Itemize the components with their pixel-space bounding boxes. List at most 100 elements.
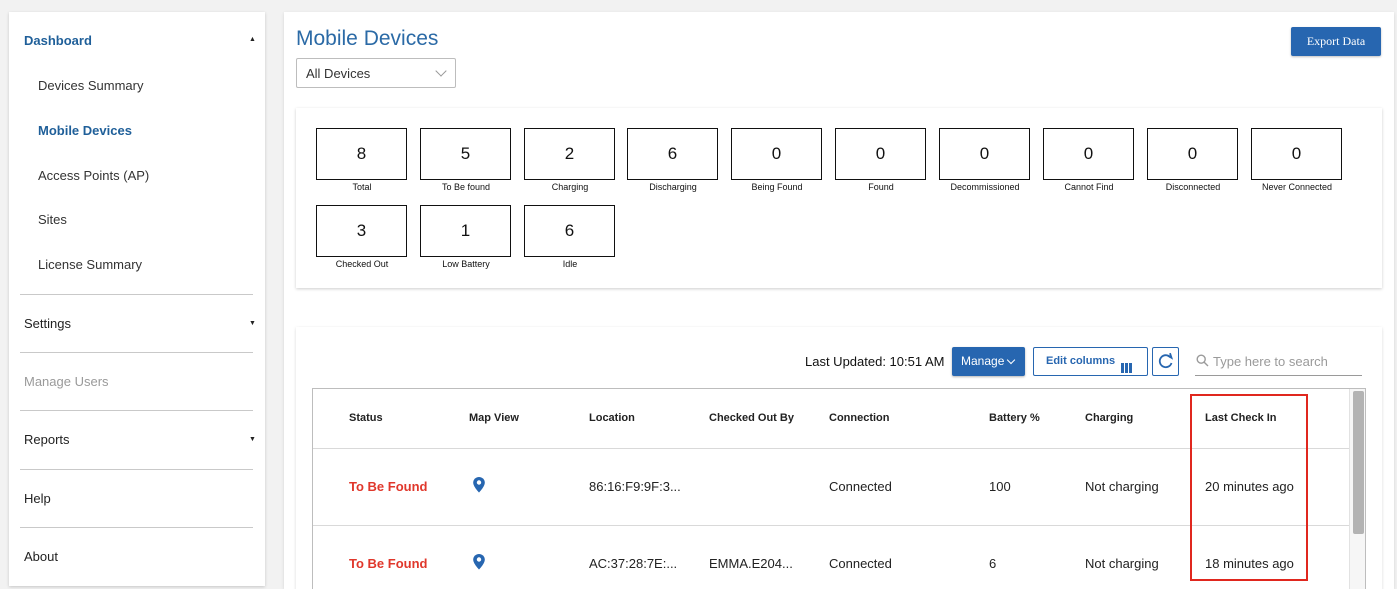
location-cell: 86:16:F9:9F:3... <box>589 479 681 494</box>
stat-value: 0 <box>835 128 926 180</box>
search-input[interactable] <box>1213 354 1361 369</box>
checked-out-by-cell: EMMA.E204... <box>709 556 793 571</box>
column-header-map-view[interactable]: Map View <box>469 412 519 424</box>
stat-value: 0 <box>939 128 1030 180</box>
chevron-down-icon <box>1006 355 1016 365</box>
stat-label: Idle <box>562 259 578 269</box>
status-cell: To Be Found <box>349 479 428 494</box>
connection-cell: Connected <box>829 479 892 494</box>
stat-label: Being Found <box>751 182 803 192</box>
stat-card[interactable]: 0 Being Found <box>731 128 823 192</box>
column-header-status[interactable]: Status <box>349 412 383 424</box>
location-cell: AC:37:28:7E:... <box>589 556 678 571</box>
stat-label: Never Connected <box>1261 182 1333 192</box>
stat-label: Low Battery <box>442 259 490 269</box>
page-title: Mobile Devices <box>296 27 439 50</box>
stat-value: 0 <box>1043 128 1134 180</box>
stat-label: Checked Out <box>335 259 389 269</box>
refresh-button[interactable] <box>1152 347 1179 376</box>
map-pin-icon[interactable] <box>472 476 486 494</box>
manage-label: Manage <box>961 354 1005 368</box>
stat-card[interactable]: 0 Never Connected <box>1251 128 1343 192</box>
sidebar-item-settings[interactable]: Settings <box>24 316 71 331</box>
stat-value: 2 <box>524 128 615 180</box>
stat-card[interactable]: 1 Low Battery <box>420 205 512 269</box>
sidebar-item-reports[interactable]: Reports <box>24 432 70 447</box>
stat-value: 0 <box>1147 128 1238 180</box>
battery-cell: 100 <box>989 479 1011 494</box>
device-filter-value: All Devices <box>306 66 371 81</box>
sidebar-item-dashboard[interactable]: Dashboard <box>24 33 92 48</box>
stat-label: Cannot Find <box>1064 182 1114 192</box>
stat-value: 5 <box>420 128 511 180</box>
charging-cell: Not charging <box>1085 556 1159 571</box>
divider <box>20 410 253 411</box>
stat-label: Found <box>868 182 894 192</box>
stat-label: To Be found <box>441 182 491 192</box>
stat-value: 8 <box>316 128 407 180</box>
sidebar-item-license-summary[interactable]: License Summary <box>38 257 142 272</box>
column-header-charging[interactable]: Charging <box>1085 412 1133 424</box>
caret-down-icon: ▼ <box>249 320 256 327</box>
sidebar-item-devices-summary[interactable]: Devices Summary <box>38 78 143 93</box>
stat-card[interactable]: 0 Decommissioned <box>939 128 1031 192</box>
sidebar-item-manage-users[interactable]: Manage Users <box>24 374 109 389</box>
stat-card[interactable]: 0 Cannot Find <box>1043 128 1135 192</box>
stat-card[interactable]: 3 Checked Out <box>316 205 408 269</box>
column-header-checked-out-by[interactable]: Checked Out By <box>709 412 794 424</box>
divider <box>20 352 253 353</box>
table-scrollbar[interactable] <box>1349 389 1365 589</box>
search-icon <box>1196 354 1209 367</box>
stat-value: 6 <box>627 128 718 180</box>
sidebar-item-about[interactable]: About <box>24 549 58 564</box>
divider <box>20 294 253 295</box>
column-header-connection[interactable]: Connection <box>829 412 890 424</box>
refresh-icon <box>1158 352 1174 369</box>
caret-down-icon: ▼ <box>249 436 256 443</box>
stat-label: Charging <box>551 182 589 192</box>
stat-card[interactable]: 0 Disconnected <box>1147 128 1239 192</box>
stats-panel: 8 Total 5 To Be found 2 Charging 6 Dischargi… <box>296 108 1382 288</box>
sidebar-item-mobile-devices[interactable]: Mobile Devices <box>38 123 132 138</box>
edit-columns-label: Edit columns <box>1046 355 1116 367</box>
stat-value: 0 <box>1251 128 1342 180</box>
column-header-location[interactable]: Location <box>589 412 635 424</box>
sidebar-item-sites[interactable]: Sites <box>38 212 67 227</box>
scrollbar-thumb[interactable] <box>1353 391 1364 534</box>
caret-up-icon: ▲ <box>249 36 256 43</box>
stat-value: 0 <box>731 128 822 180</box>
stat-card[interactable]: 5 To Be found <box>420 128 512 192</box>
search-box <box>1195 349 1362 376</box>
stat-value: 1 <box>420 205 511 257</box>
sidebar-item-access-points[interactable]: Access Points (AP) <box>38 168 149 183</box>
charging-cell: Not charging <box>1085 479 1159 494</box>
stat-label: Decommissioned <box>950 182 1020 192</box>
stat-card[interactable]: 0 Found <box>835 128 927 192</box>
manage-button[interactable]: Manage <box>952 347 1025 376</box>
stat-card[interactable]: 6 Discharging <box>627 128 719 192</box>
sidebar: Dashboard ▲ Devices Summary Mobile Devic… <box>9 12 265 586</box>
divider <box>20 469 253 470</box>
connection-cell: Connected <box>829 556 892 571</box>
divider <box>20 527 253 528</box>
device-filter-select[interactable]: All Devices <box>296 58 456 88</box>
status-cell: To Be Found <box>349 556 428 571</box>
battery-cell: 6 <box>989 556 997 571</box>
map-pin-icon[interactable] <box>472 553 486 571</box>
stat-card[interactable]: 8 Total <box>316 128 408 192</box>
export-data-button[interactable]: Export Data <box>1291 27 1381 56</box>
last-updated-text: Last Updated: 10:51 AM <box>805 354 945 369</box>
stat-label: Total <box>352 182 372 192</box>
sidebar-item-help[interactable]: Help <box>24 491 51 506</box>
chevron-down-icon <box>435 65 447 77</box>
highlight-annotation <box>1190 394 1308 581</box>
stat-value: 6 <box>524 205 615 257</box>
columns-icon <box>1121 357 1133 384</box>
stat-card[interactable]: 6 Idle <box>524 205 616 269</box>
edit-columns-button[interactable]: Edit columns <box>1033 347 1148 376</box>
stat-card[interactable]: 2 Charging <box>524 128 616 192</box>
stat-label: Disconnected <box>1165 182 1221 192</box>
column-header-battery[interactable]: Battery % <box>989 412 1040 424</box>
stat-value: 3 <box>316 205 407 257</box>
stat-label: Discharging <box>649 182 697 192</box>
